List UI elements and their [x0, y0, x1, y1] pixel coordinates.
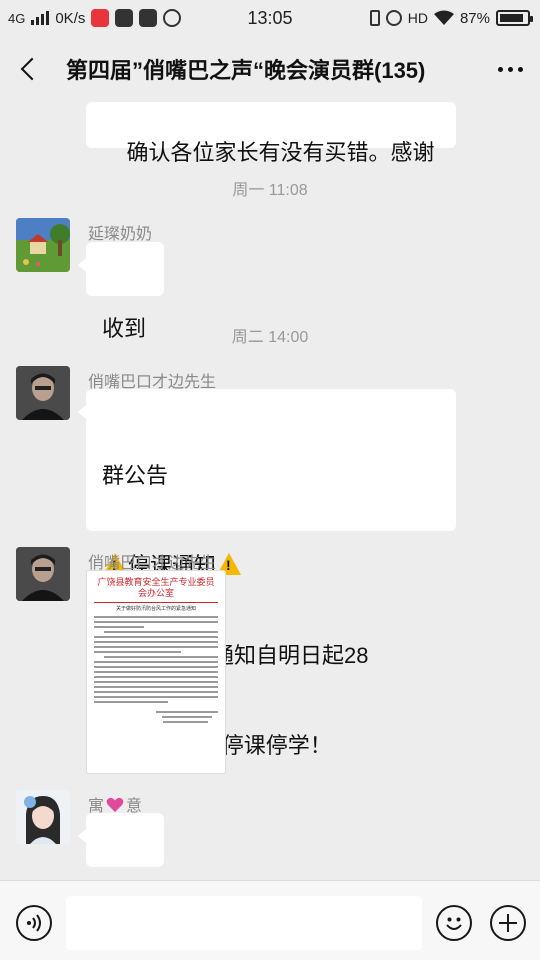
voice-button[interactable] — [16, 905, 52, 941]
battery-icon — [496, 10, 533, 26]
chat-header: 第四届”俏嘴巴之声“晚会演员群(135) — [0, 36, 540, 102]
person-avatar-image — [16, 547, 70, 601]
more-button[interactable] — [480, 36, 540, 102]
vibrate-icon — [369, 10, 380, 26]
message-bubble[interactable]: 收到 — [78, 242, 164, 341]
sender-name: 延璨奶奶 — [88, 226, 153, 243]
message-bubble[interactable]: 收到 — [78, 813, 164, 867]
emoji-button[interactable] — [436, 905, 472, 941]
status-bar: 4G 0K/s 13:05 HD 87% — [0, 0, 540, 36]
app-notification-icon — [91, 9, 110, 27]
document-subtitle: 关于做好防汛防台风工作的紧急通知 — [115, 606, 196, 612]
voice-icon — [27, 914, 41, 932]
avatar[interactable] — [16, 790, 70, 844]
status-right: HD 87% — [369, 9, 533, 27]
status-left: 4G 0K/s — [8, 9, 182, 27]
time-separator: 周一 11:08 — [232, 182, 308, 199]
document-body-lines — [94, 616, 218, 723]
message-text: 确认各位家长有没有买错。感谢 — [126, 140, 435, 165]
battery-percent: 87% — [459, 9, 490, 27]
alarm-icon — [385, 10, 402, 26]
network-speed: 0K/s — [55, 9, 86, 27]
mail-notification-icon — [115, 9, 134, 27]
emoji-icon — [446, 917, 462, 930]
chevron-left-icon — [20, 57, 44, 81]
document-title: 广饶县教育安全生产专业委员会办公室 — [94, 577, 218, 603]
avatar[interactable] — [16, 218, 70, 272]
person-avatar-image — [16, 366, 70, 420]
painting-avatar-image — [16, 218, 70, 272]
signal-icon — [31, 11, 50, 25]
battery-fill — [500, 14, 523, 22]
add-button[interactable] — [490, 905, 526, 941]
person-avatar-image — [16, 790, 70, 844]
plus-icon — [499, 914, 517, 932]
announcement-bubble[interactable]: 群公告 停课通知 接县教育局通知自明日起28 日-30日全县停课停学！ — [78, 389, 456, 758]
announcement-heading: 群公告 — [102, 463, 169, 488]
target-notification-icon — [163, 9, 182, 27]
wifi-icon — [433, 10, 454, 25]
time-separator: 周二 14:00 — [231, 329, 309, 346]
document-image-message[interactable]: 广饶县教育安全生产专业委员会办公室 关于做好防汛防台风工作的紧急通知 — [86, 570, 226, 774]
avatar[interactable] — [16, 547, 70, 601]
input-bar — [0, 880, 540, 960]
message-list[interactable]: 确认各位家长有没有买错。感谢 周一 11:08 延璨奶奶 收到 周二 14:00… — [0, 102, 540, 880]
calendar-notification-icon — [139, 9, 158, 27]
chat-title: 第四届”俏嘴巴之声“晚会演员群(135) — [66, 58, 426, 83]
more-dots-icon — [497, 66, 503, 72]
message-input[interactable] — [66, 896, 422, 950]
network-type: 4G — [8, 10, 26, 26]
hd-indicator: HD — [407, 10, 428, 26]
heart-emoji-icon — [106, 797, 124, 812]
back-button[interactable] — [0, 36, 56, 102]
message-bubble[interactable]: 确认各位家长有没有买错。感谢 — [86, 102, 456, 165]
avatar[interactable] — [16, 366, 70, 420]
